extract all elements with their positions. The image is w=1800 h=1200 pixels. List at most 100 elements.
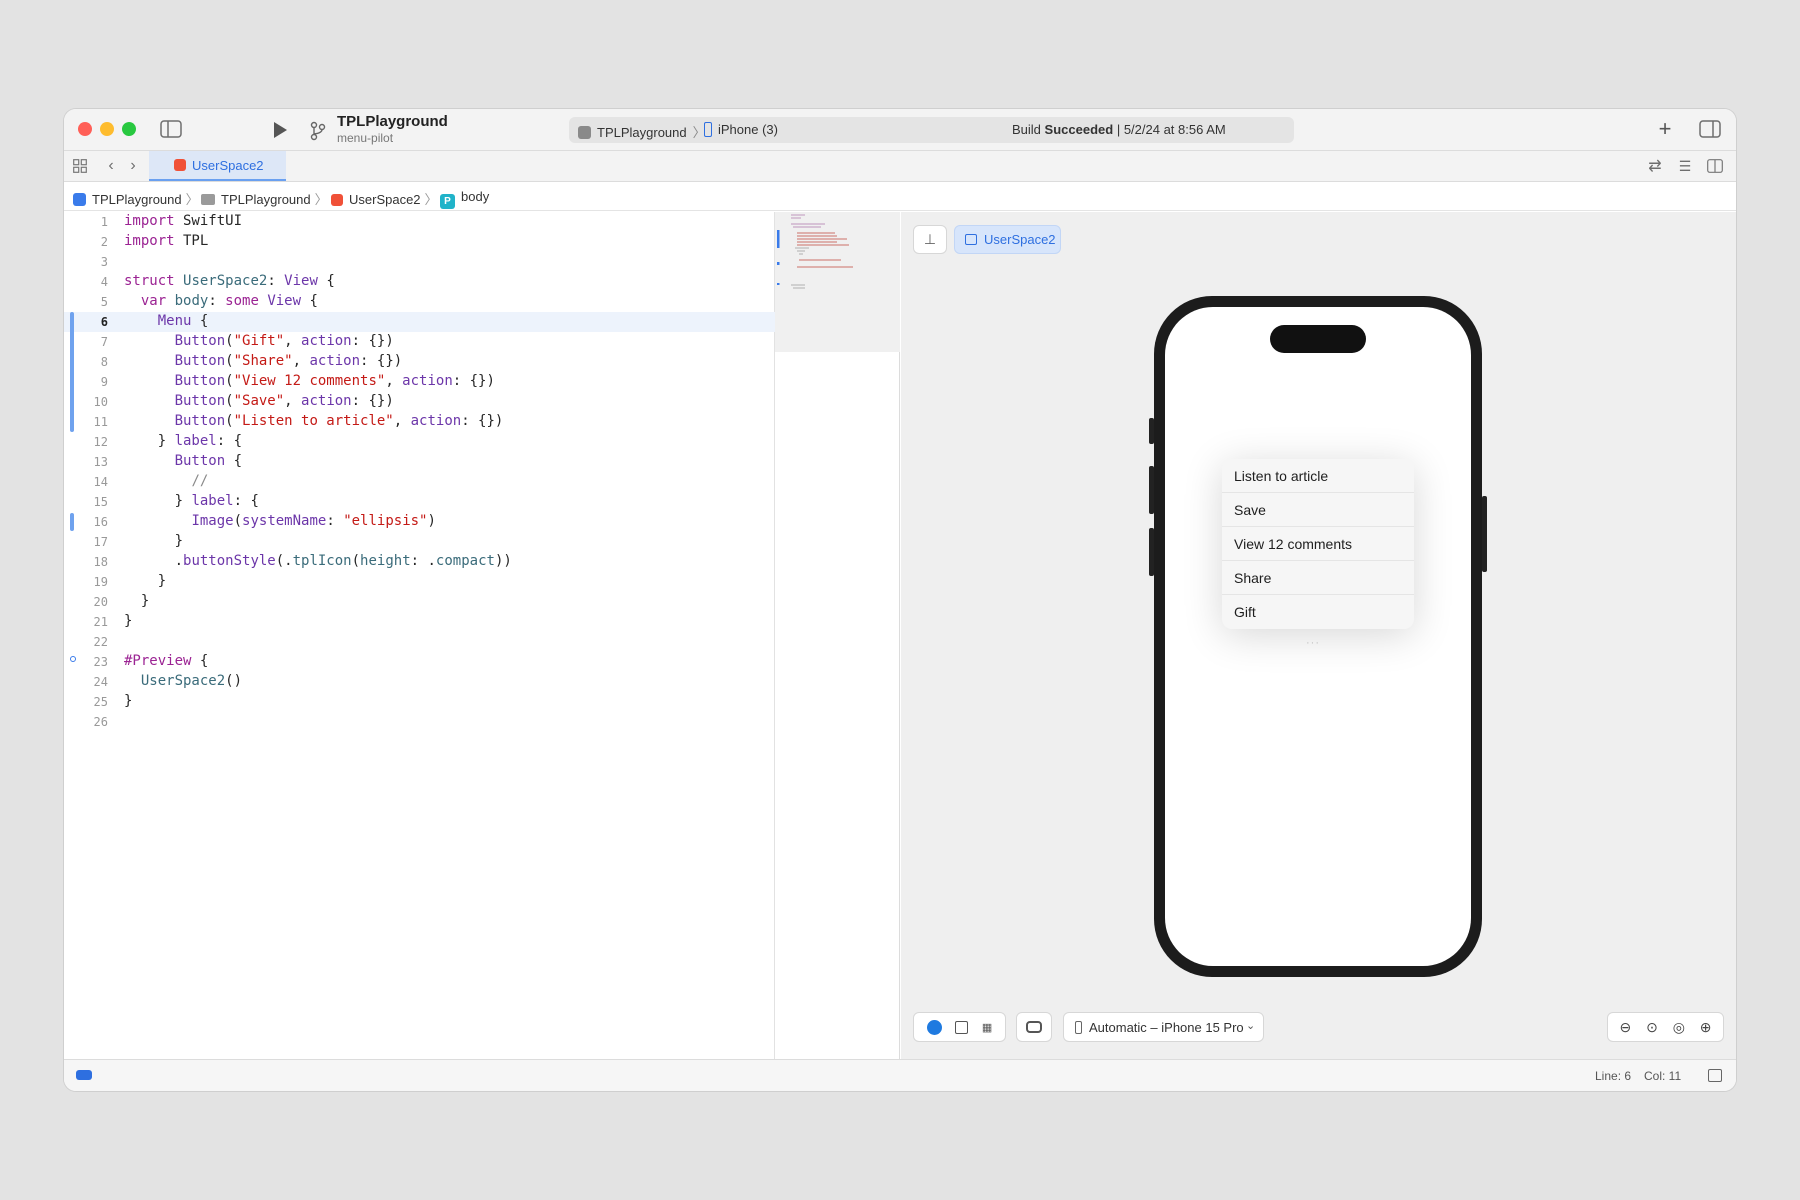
menu-item-listen[interactable]: Listen to article [1222, 459, 1414, 493]
pin-button[interactable]: ⊥ [913, 225, 947, 254]
breadcrumb-project[interactable]: TPLPlayground 〉 [73, 189, 199, 208]
split-editor-icon[interactable] [1706, 158, 1724, 174]
selectable-mode-icon[interactable] [955, 1020, 969, 1034]
device-settings-button[interactable] [1016, 1012, 1052, 1042]
tab-label: UserSpace2 [192, 158, 264, 173]
code-line[interactable]: 7 Button("Gift", action: {}) [64, 332, 775, 352]
code-text: Button("View 12 comments", action: {}) [174, 373, 495, 389]
code-line[interactable]: 12 } label: { [64, 432, 775, 452]
dynamic-island [1270, 325, 1366, 353]
code-line[interactable]: 17 } [64, 532, 775, 552]
code-line[interactable]: 8 Button("Share", action: {}) [64, 352, 775, 372]
zoom-actual-icon[interactable]: ⊙ [1646, 1019, 1658, 1036]
code-line[interactable]: 2 import TPL [64, 232, 775, 252]
line-number: 7 [100, 335, 108, 349]
inspector-toggle-icon[interactable] [1699, 120, 1721, 138]
project-name[interactable]: TPLPlayground [337, 113, 448, 130]
code-editor[interactable]: 1 import SwiftUI 2 import TPL 3 4 struct UserS… [64, 212, 775, 1059]
chevron-down-icon: ⌄ [1246, 1020, 1256, 1032]
line-number: 22 [93, 635, 108, 649]
code-line[interactable]: 1 import SwiftUI [64, 212, 775, 232]
navigator-toggle-icon[interactable] [160, 120, 182, 138]
zoom-fit-icon[interactable]: ◎ [1673, 1019, 1685, 1036]
code-line[interactable]: 15 } label: { [64, 492, 775, 512]
zoom-controls: ⊖ ⊙ ◎ ⊕ [1607, 1012, 1724, 1042]
run-play-icon[interactable] [271, 121, 289, 139]
code-line[interactable]: 19 } [64, 572, 775, 592]
line-number: 14 [93, 475, 108, 489]
code-line[interactable]: 25} [64, 692, 775, 712]
code-text: Button("Save", action: {}) [174, 393, 394, 409]
swap-arrows-icon[interactable]: ⇄ [1646, 158, 1664, 175]
line-number: 15 [93, 495, 108, 509]
zoom-window-button[interactable] [122, 122, 136, 136]
code-line[interactable]: 22 [64, 632, 775, 652]
code-line[interactable]: 21} [64, 612, 775, 632]
debug-area-toggle-icon[interactable] [76, 1070, 92, 1080]
code-text: .buttonStyle(.tplIcon(height: .compact)) [124, 553, 512, 569]
bottom-panel-icon[interactable] [1708, 1069, 1722, 1082]
code-line[interactable]: 5 var body: some View { [64, 292, 775, 312]
code-line[interactable]: 20 } [64, 592, 775, 612]
iphone-device-icon [704, 122, 712, 137]
breadcrumb-folder-label: TPLPlayground [221, 192, 311, 207]
line-number: 17 [93, 535, 108, 549]
code-line[interactable]: 9 Button("View 12 comments", action: {}) [64, 372, 775, 392]
device-selector[interactable]: Automatic – iPhone 15 Pro ⌄ [1063, 1012, 1264, 1042]
minimap-code-preview [777, 214, 853, 289]
code-text: struct UserSpace2: View { [124, 273, 335, 289]
side-button [1149, 418, 1154, 444]
tab-bar: ‹ › UserSpace2 ⇄ ☰ [64, 151, 1736, 182]
breadcrumb: TPLPlayground 〉 TPLPlayground 〉 UserSpace2… [64, 182, 1736, 211]
cursor-col: Col: 11 [1644, 1069, 1682, 1083]
code-line[interactable]: 16 Image(systemName: "ellipsis") [64, 512, 775, 532]
property-icon: P [440, 194, 455, 209]
close-window-button[interactable] [78, 122, 92, 136]
grid-icon[interactable] [72, 158, 88, 174]
code-line[interactable]: 11 Button("Listen to article", action: {… [64, 412, 775, 432]
code-line[interactable]: 18 .buttonStyle(.tplIcon(height: .compac… [64, 552, 775, 572]
line-number: 19 [93, 575, 108, 589]
line-number: 4 [100, 275, 108, 289]
minimize-window-button[interactable] [100, 122, 114, 136]
zoom-out-icon[interactable]: ⊖ [1619, 1019, 1631, 1036]
minimap[interactable] [775, 212, 900, 1059]
back-chevron-icon[interactable]: ‹ [104, 157, 118, 175]
breadcrumb-symbol[interactable]: Pbody [440, 189, 489, 209]
menu-item-comments[interactable]: View 12 comments [1222, 527, 1414, 561]
code-line[interactable]: 23 #Preview { [64, 652, 775, 672]
breadcrumb-file[interactable]: UserSpace2 〉 [331, 189, 438, 208]
code-line[interactable]: 4 struct UserSpace2: View { [64, 272, 775, 292]
zoom-in-icon[interactable]: ⊕ [1700, 1019, 1712, 1036]
project-icon [73, 193, 86, 206]
run-destination-selector[interactable]: iPhone (3) [704, 122, 778, 137]
code-line[interactable]: 26 [64, 712, 775, 732]
live-mode-icon[interactable] [926, 1019, 942, 1035]
line-number: 23 [93, 655, 108, 669]
build-status: Build Succeeded | 5/2/24 at 8:56 AM [1012, 122, 1226, 137]
code-line[interactable]: 24 UserSpace2() [64, 672, 775, 692]
code-line[interactable]: 10 Button("Save", action: {}) [64, 392, 775, 412]
scheme-selector[interactable]: TPLPlayground 〉 [578, 122, 706, 141]
code-line[interactable]: 6 Menu { [64, 312, 775, 332]
breadcrumb-project-label: TPLPlayground [92, 192, 182, 207]
editor-options-icon[interactable]: ☰ [1674, 158, 1696, 174]
menu-item-save[interactable]: Save [1222, 493, 1414, 527]
menu-item-share[interactable]: Share [1222, 561, 1414, 595]
breadcrumb-file-label: UserSpace2 [349, 192, 421, 207]
code-text: Menu { [157, 313, 209, 329]
ellipsis-menu-button[interactable]: ··· [1306, 637, 1320, 649]
line-number: 5 [100, 295, 108, 309]
forward-chevron-icon[interactable]: › [126, 157, 140, 175]
code-text: } [124, 593, 150, 609]
tab-userspace2[interactable]: UserSpace2 [149, 151, 286, 181]
code-line[interactable]: 14 // [64, 472, 775, 492]
code-line[interactable]: 3 [64, 252, 775, 272]
preview-chip-userspace2[interactable]: UserSpace2 [954, 225, 1061, 254]
code-line[interactable]: 13 Button { [64, 452, 775, 472]
breadcrumb-folder[interactable]: TPLPlayground 〉 [201, 189, 328, 208]
variants-grid-icon[interactable]: ▦ [982, 1021, 992, 1034]
xcode-window: TPLPlayground menu-pilot TPLPlayground 〉 … [64, 109, 1736, 1091]
menu-item-gift[interactable]: Gift [1222, 595, 1414, 629]
add-plus-icon[interactable]: + [1655, 116, 1675, 141]
